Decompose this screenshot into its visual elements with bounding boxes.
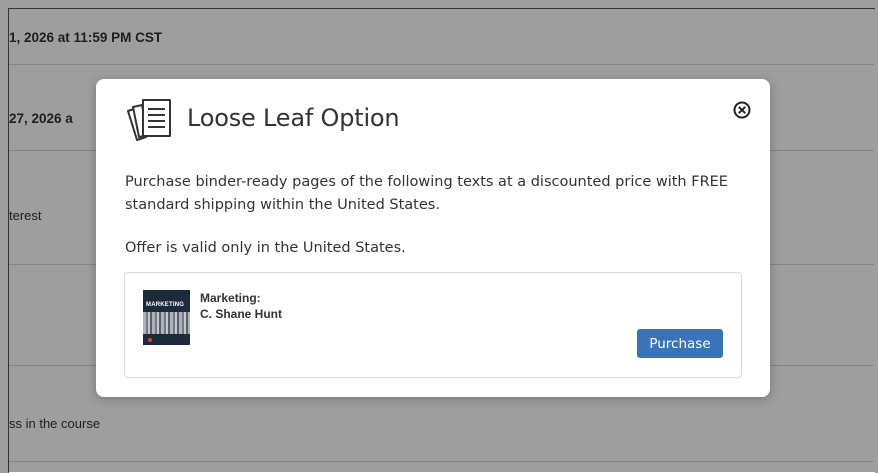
cover-label: MARKETING — [146, 302, 185, 308]
loose-leaf-modal: Loose Leaf Option Purchase binder-ready … — [96, 79, 770, 397]
cover-art — [143, 312, 190, 334]
offer-note: Offer is valid only in the United States… — [125, 240, 406, 256]
close-circle-icon[interactable] — [732, 100, 752, 120]
book-cover-image: MARKETING — [143, 290, 190, 345]
cover-logo — [148, 338, 152, 342]
purchase-button[interactable]: Purchase — [637, 329, 723, 358]
product-card: MARKETING Marketing: C. Shane Hunt Purch… — [124, 272, 742, 378]
loose-leaf-pages-icon — [124, 97, 174, 143]
modal-description: Purchase binder-ready pages of the follo… — [125, 174, 728, 213]
product-author: C. Shane Hunt — [200, 307, 283, 321]
product-title: Marketing: — [200, 291, 261, 305]
modal-title: Loose Leaf Option — [187, 104, 400, 132]
